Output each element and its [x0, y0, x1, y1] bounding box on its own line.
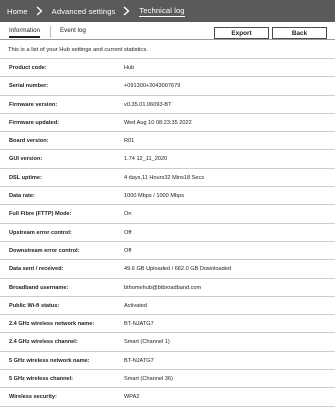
row-value: Off [124, 247, 132, 254]
row-value: On [124, 211, 132, 218]
chevron-right-icon [28, 0, 52, 22]
row-value: Activated [124, 302, 148, 309]
table-row: Public Wi-fi status: Activated [0, 297, 335, 316]
tab-event-log[interactable]: Event log [60, 27, 86, 34]
row-value: Smart (Channel 1) [124, 339, 170, 346]
breadcrumb-home[interactable]: Home [7, 7, 28, 16]
table-row: Data sent / received: 49.6 GB Uploaded / … [0, 260, 335, 279]
row-label: Broadband username: [9, 284, 69, 291]
info-table: Product code: Hub Serial number: +091300+20… [0, 59, 335, 407]
row-label: GUI version: [9, 156, 43, 163]
row-label: Serial number: [9, 83, 49, 90]
table-row: Product code: Hub [0, 59, 335, 78]
row-value: Off [124, 229, 132, 236]
row-value: v0.35.01.06093-BT [124, 101, 172, 108]
row-label: 2.4 GHz wireless channel: [9, 339, 78, 346]
row-label: Upstream error control: [9, 229, 72, 236]
row-label: Full Fibre (FTTP) Mode: [9, 211, 72, 218]
table-row: Full Fibre (FTTP) Mode: On [0, 205, 335, 224]
export-button[interactable]: Export [214, 27, 269, 39]
table-row: Board version: R01 [0, 132, 335, 151]
row-value: BT-NJATG7 [124, 321, 154, 328]
row-label: 2.4 GHz wireless network name: [9, 321, 95, 328]
table-row: GUI version: 1.74 12_11_2020 [0, 150, 335, 169]
table-row: Data rate: 1000 Mbps / 1000 Mbps [0, 187, 335, 206]
table-row: Serial number: +091300+2043007679 [0, 77, 335, 96]
row-label: DSL uptime: [9, 174, 42, 181]
row-value: Hub [124, 65, 135, 71]
row-value: WPA2 [124, 394, 140, 401]
row-label: Product code: [9, 65, 47, 71]
row-value: 4 days,11 Hours32 Mins18 Secs [124, 174, 205, 181]
back-button[interactable]: Back [272, 27, 327, 39]
row-label: Wireless security: [9, 394, 57, 401]
chevron-right-icon [115, 0, 139, 22]
row-value: bthomehub@btbroadband.com [124, 284, 202, 291]
breadcrumb-advanced-settings[interactable]: Advanced settings [52, 7, 116, 16]
row-value: Smart (Channel 36) [124, 376, 173, 383]
table-row: Wireless security: WPA2 [0, 388, 335, 407]
row-value: +091300+2043007679 [124, 83, 181, 90]
row-label: Board version: [9, 138, 49, 145]
row-label: Data rate: [9, 193, 35, 200]
intro-text: This is a list of your Hub settings and … [8, 47, 148, 53]
row-value: 1.74 12_11_2020 [124, 156, 168, 163]
row-value: 1000 Mbps / 1000 Mbps [124, 193, 185, 200]
table-row: 5 GHz wireless network name: BT-NJATG7 [0, 352, 335, 371]
breadcrumb: Home Advanced settings Technical log [0, 0, 335, 22]
table-row: DSL uptime: 4 days,11 Hours32 Mins18 Secs [0, 169, 335, 188]
breadcrumb-technical-log: Technical log [139, 5, 185, 17]
tab-divider [50, 26, 51, 38]
table-row: 2.4 GHz wireless network name: BT-NJATG7 [0, 315, 335, 334]
row-label: 5 GHz wireless channel: [9, 376, 74, 383]
row-label: Firmware updated: [9, 119, 60, 126]
row-label: Downstream error control: [9, 247, 80, 254]
table-row: Upstream error control: Off [0, 224, 335, 242]
table-row: 2.4 GHz wireless channel: Smart (Channel … [0, 333, 335, 352]
tab-information[interactable]: Information [9, 27, 40, 38]
table-row: 5 GHz wireless channel: Smart (Channel 36… [0, 370, 335, 389]
row-value: BT-NJATG7 [124, 357, 154, 364]
row-label: Data sent / received: [9, 266, 64, 273]
table-row: Downstream error control: Off [0, 242, 335, 261]
table-row: Broadband username: bthomehub@btbroadband… [0, 279, 335, 297]
row-label: Public Wi-fi status: [9, 302, 60, 309]
row-value: 49.6 GB Uploaded / 662.0 GB Downloaded [124, 266, 231, 273]
row-value: Wed Aug 10 08:23:35 2022 [124, 119, 192, 126]
row-value: R01 [124, 138, 135, 145]
row-label: 5 GHz wireless network name: [9, 357, 90, 364]
row-label: Firmware version: [9, 101, 58, 108]
table-row: Firmware version: v0.35.01.06093-BT [0, 96, 335, 114]
table-row: Firmware updated: Wed Aug 10 08:23:35 202… [0, 114, 335, 133]
